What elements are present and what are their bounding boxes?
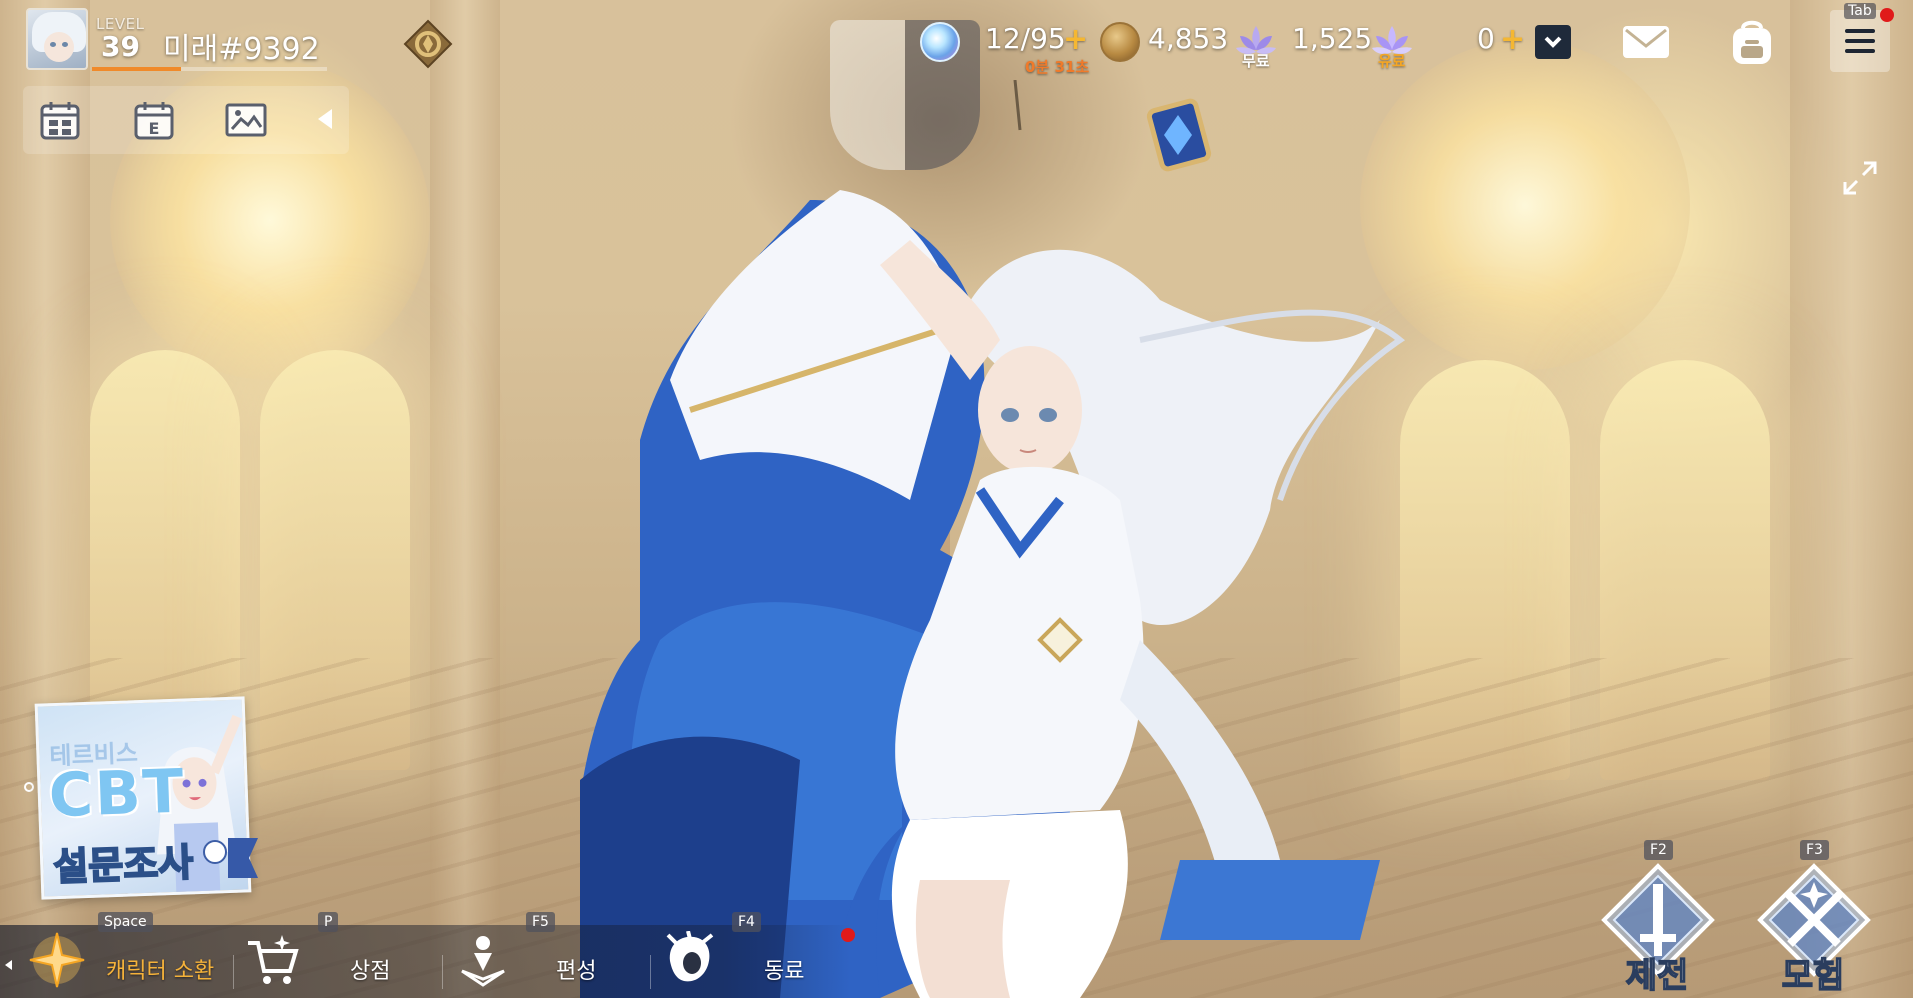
adventure-button[interactable]: 모험	[1748, 862, 1878, 998]
calendar-button[interactable]	[34, 96, 86, 144]
nav-scroll-left-icon[interactable]	[5, 960, 12, 970]
paid-gem-value: 0	[1477, 22, 1495, 55]
cbt-survey-banner[interactable]: 테르비스 CBT 설문조사	[34, 696, 252, 900]
gold-coin-icon	[1100, 22, 1140, 62]
banner-play-icon[interactable]	[203, 840, 227, 864]
calendar-icon	[40, 102, 80, 140]
nav-shop-label: 상점	[350, 959, 391, 984]
free-gem-label: 무료	[1242, 52, 1270, 70]
companion-notification-dot	[841, 928, 855, 942]
event-calendar-icon: E	[134, 102, 174, 140]
tab-hotkey-hint: Tab	[1844, 3, 1876, 19]
adventure-label: 모험	[1781, 955, 1845, 997]
svg-text:E: E	[149, 119, 160, 138]
free-gem-value: 1,525	[1292, 22, 1373, 55]
currency-dropdown-button[interactable]	[1535, 25, 1571, 59]
player-name: 미래#9392	[163, 32, 320, 67]
hamburger-menu-icon	[1845, 29, 1875, 53]
nav-shop-button[interactable]: 상점	[240, 925, 435, 998]
nav-companion-button[interactable]: 동료	[656, 925, 851, 998]
gallery-button[interactable]	[220, 96, 272, 144]
formation-pin-icon	[461, 936, 505, 987]
player-avatar[interactable]	[26, 8, 88, 70]
banner-survey-text: 설문조사	[52, 839, 195, 890]
stamina-icon	[920, 22, 960, 62]
xp-bar	[92, 67, 327, 71]
summon-star-icon	[29, 932, 85, 988]
stamina-timer: 0분 31초	[1025, 58, 1090, 76]
fullscreen-expand-icon[interactable]	[1840, 158, 1880, 198]
festival-label: 제전	[1625, 955, 1689, 997]
compass-emblem-icon[interactable]	[402, 18, 454, 70]
nav-divider	[442, 955, 443, 989]
menu-notification-dot	[1880, 8, 1894, 22]
nav-summon-button[interactable]: 캐릭터 소환	[20, 925, 225, 998]
nav-companion-label: 동료	[764, 959, 805, 984]
banner-page-indicator[interactable]	[24, 782, 34, 792]
shop-cart-icon	[248, 935, 299, 984]
festival-hotkey: F2	[1644, 840, 1673, 860]
lantern-icon	[1146, 98, 1212, 172]
adventure-hotkey: F3	[1800, 840, 1829, 860]
collapse-menu-arrow-icon[interactable]	[312, 104, 338, 134]
stamina-value: 12/95	[985, 22, 1066, 55]
xp-bar-fill	[92, 67, 182, 71]
mail-icon[interactable]	[1620, 22, 1672, 62]
paid-gem-label: 유료	[1378, 52, 1406, 70]
event-button[interactable]: E	[128, 96, 180, 144]
gallery-image-icon	[225, 103, 267, 137]
nav-divider	[650, 955, 651, 989]
nav-formation-label: 편성	[556, 959, 597, 984]
chevron-down-icon	[1544, 36, 1562, 48]
paid-gem-add-button[interactable]: +	[1500, 22, 1525, 57]
banner-cbt-text: CBT	[47, 756, 187, 832]
stamina-add-button[interactable]: +	[1063, 22, 1088, 57]
companion-head-icon	[666, 931, 714, 982]
nav-divider	[233, 955, 234, 989]
nav-formation-button[interactable]: 편성	[450, 925, 645, 998]
player-level: 39	[101, 30, 140, 63]
festival-button[interactable]: 제전	[1592, 862, 1722, 998]
gold-value: 4,853	[1148, 22, 1229, 55]
main-character-illustration	[540, 79, 1580, 998]
nav-summon-label: 캐릭터 소환	[106, 959, 215, 984]
backpack-icon[interactable]	[1725, 18, 1779, 68]
